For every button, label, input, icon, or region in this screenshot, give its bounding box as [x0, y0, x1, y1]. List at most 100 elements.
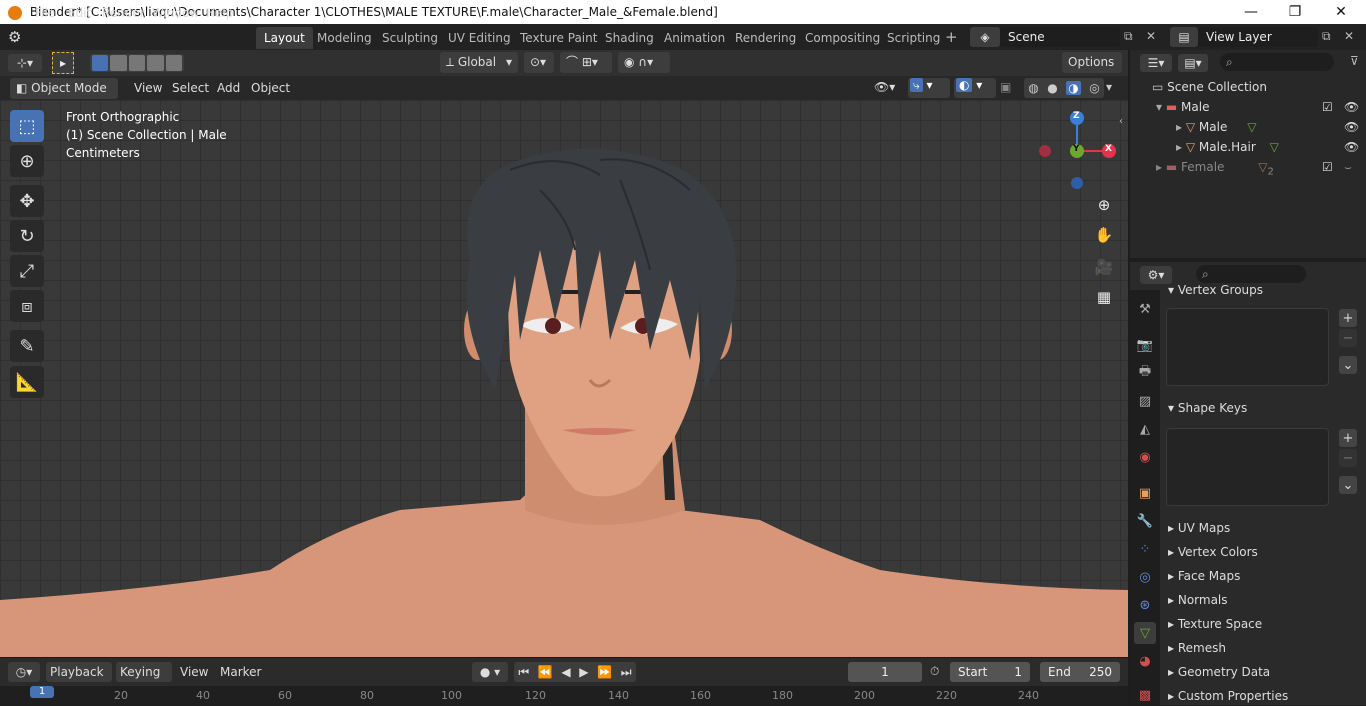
view-layer-field[interactable]: View Layer — [1198, 27, 1318, 47]
vertex-groups-header[interactable]: ▾ Vertex Groups — [1162, 280, 1362, 300]
delete-scene-icon[interactable]: ✕ — [1146, 29, 1156, 43]
mode-dropdown[interactable]: ◧ Object Mode▾ — [10, 78, 118, 116]
world-tab-icon[interactable]: ◉ — [1134, 446, 1156, 468]
tab-rendering[interactable]: Rendering — [727, 27, 804, 49]
rotate-tool-icon[interactable]: ↻ — [10, 220, 44, 252]
menu-window[interactable]: Window — [146, 2, 205, 24]
prev-keyframe-icon[interactable]: ⏪ — [538, 665, 553, 679]
move-tool-icon[interactable]: ✥ — [10, 185, 44, 217]
overlays-toggle-icon[interactable]: ◐ ▾ — [954, 78, 996, 98]
select-invert-icon[interactable] — [147, 55, 164, 71]
pan-hand-icon[interactable]: ✋ — [1091, 222, 1117, 248]
keying-dropdown[interactable]: Keying ▾ — [116, 662, 172, 699]
tab-sculpting[interactable]: Sculpting — [374, 27, 446, 49]
view-layer-tab-icon[interactable]: ▨ — [1134, 390, 1156, 412]
scene-selector-icon[interactable]: ◈ — [970, 27, 1000, 47]
neg-z-axis-handle[interactable] — [1071, 177, 1083, 189]
3d-viewport[interactable] — [0, 100, 1128, 657]
tab-layout[interactable]: Layout — [256, 27, 313, 49]
menu-select[interactable]: Select — [166, 78, 215, 99]
menu-add[interactable]: Add — [211, 78, 246, 99]
transform-tool-icon[interactable]: ⧈ — [10, 290, 44, 322]
vertex-groups-list[interactable] — [1166, 308, 1329, 386]
panel-custom-properties[interactable]: ▸ Custom Properties — [1162, 686, 1362, 706]
render-tab-icon[interactable]: 📷 — [1134, 334, 1156, 356]
options-dropdown[interactable]: Options ▾ — [1062, 52, 1122, 90]
tab-uv-editing[interactable]: UV Editing — [440, 27, 519, 49]
current-frame-marker[interactable]: 1 — [30, 686, 54, 698]
expand-chevron-icon[interactable]: ▸ — [1176, 140, 1182, 154]
menu-object[interactable]: Object — [245, 78, 296, 99]
delete-view-layer-icon[interactable]: ✕ — [1344, 29, 1354, 43]
select-tool-icon[interactable]: ⬚ — [10, 110, 44, 142]
wireframe-shading-icon[interactable]: ◍ — [1028, 81, 1038, 95]
close-button[interactable]: ✕ — [1318, 0, 1364, 24]
snap-icon[interactable]: ⌒ ⊞▾ — [560, 52, 612, 73]
start-frame-field[interactable]: Start 1 — [950, 662, 1030, 682]
tab-modeling[interactable]: Modeling — [309, 27, 380, 49]
measure-tool-icon[interactable]: 📐 — [10, 366, 44, 398]
camera-view-icon[interactable]: 🎥 — [1091, 254, 1117, 280]
timeline-marker-menu[interactable]: Marker — [216, 662, 265, 682]
maximize-button[interactable]: ❐ — [1272, 0, 1318, 24]
expand-chevron-icon[interactable]: ▸ — [1176, 120, 1182, 134]
jump-start-icon[interactable]: ⏮ — [518, 665, 529, 680]
play-icon[interactable]: ▶ — [579, 665, 588, 679]
outliner-row-male-object[interactable]: ▸ ▽ Male ▽ 👁 — [1130, 117, 1366, 137]
select-box-icon[interactable]: ▸ — [52, 52, 74, 74]
add-workspace-button[interactable]: + — [945, 28, 961, 46]
output-tab-icon[interactable]: 🖶 — [1134, 362, 1156, 384]
shading-options-chevron-icon[interactable]: ▾ — [1106, 80, 1112, 94]
new-view-layer-icon[interactable]: ⧉ — [1322, 29, 1331, 44]
outliner-search-input[interactable]: ⌕ — [1220, 53, 1334, 71]
add-vertex-group-button[interactable]: + — [1339, 309, 1357, 327]
blender-menu-icon[interactable]: ⚙ — [8, 28, 26, 46]
expand-chevron-icon[interactable]: ▸ — [1156, 160, 1162, 174]
particles-tab-icon[interactable]: ⁘ — [1134, 538, 1156, 560]
panel-vertex-colors[interactable]: ▸ Vertex Colors — [1162, 542, 1362, 562]
remove-shape-key-button[interactable]: − — [1339, 449, 1357, 467]
select-subtract-icon[interactable] — [128, 55, 146, 71]
select-intersect-icon[interactable] — [165, 55, 183, 71]
panel-uv-maps[interactable]: ▸ UV Maps — [1162, 518, 1362, 538]
checkbox-icon[interactable]: ☑ — [1322, 97, 1333, 117]
preview-range-icon[interactable]: ⏱ — [930, 664, 939, 679]
transform-orientation-dropdown[interactable]: ⟂ Global ▾ — [440, 52, 518, 73]
new-scene-icon[interactable]: ⧉ — [1124, 29, 1133, 44]
filter-icon[interactable]: ⊽ — [1350, 54, 1359, 68]
menu-file[interactable]: File — [29, 2, 61, 24]
expand-chevron-icon[interactable]: ▾ — [1156, 100, 1162, 114]
tab-compositing[interactable]: Compositing — [797, 27, 888, 49]
shape-key-menu-button[interactable]: ⌄ — [1339, 476, 1357, 494]
scene-tab-icon[interactable]: ◭ — [1134, 418, 1156, 440]
annotate-tool-icon[interactable]: ✎ — [10, 330, 44, 362]
select-extend-icon[interactable] — [110, 55, 127, 71]
menu-edit[interactable]: Edit — [62, 2, 97, 24]
panel-normals[interactable]: ▸ Normals — [1162, 590, 1362, 610]
shape-keys-list[interactable] — [1166, 428, 1329, 506]
tab-scripting[interactable]: Scripting — [879, 27, 948, 49]
menu-render[interactable]: Render — [96, 2, 151, 24]
select-new-icon[interactable] — [92, 55, 109, 71]
panel-remesh[interactable]: ▸ Remesh — [1162, 638, 1362, 658]
eye-icon[interactable]: 👁 — [1344, 117, 1359, 137]
texture-tab-icon[interactable]: ▩ — [1134, 684, 1156, 706]
proportional-edit-icon[interactable]: ◉ ∩▾ — [618, 52, 670, 73]
editor-type-icon[interactable]: ⊹▾ — [8, 54, 42, 72]
gizmo-toggle-icon[interactable]: ⤷ ▾ — [908, 78, 950, 98]
scale-tool-icon[interactable]: ⤢ — [10, 255, 44, 287]
outliner-row-male-hair[interactable]: ▸ ▽ Male.Hair ▽ 👁 — [1130, 137, 1366, 157]
material-tab-icon[interactable]: ◕ — [1134, 650, 1156, 672]
view-layer-icon[interactable]: ▤ — [1170, 27, 1198, 47]
panel-face-maps[interactable]: ▸ Face Maps — [1162, 566, 1362, 586]
end-frame-field[interactable]: End 250 — [1040, 662, 1120, 682]
ortho-grid-icon[interactable]: ▦ — [1091, 284, 1117, 310]
shape-keys-header[interactable]: ▾ Shape Keys — [1162, 398, 1362, 418]
timeline-view-menu[interactable]: View — [176, 662, 212, 682]
outliner-row-male-collection[interactable]: ▾ ▬ Male ☑ 👁 — [1130, 97, 1366, 117]
cursor-tool-icon[interactable]: ⊕ — [10, 145, 44, 177]
mesh-data-tab-icon[interactable]: ▽ — [1134, 622, 1156, 644]
panel-texture-space[interactable]: ▸ Texture Space — [1162, 614, 1362, 634]
tool-tab-icon[interactable]: ⚒ — [1134, 298, 1156, 320]
modifier-tab-icon[interactable]: 🔧 — [1134, 510, 1156, 532]
